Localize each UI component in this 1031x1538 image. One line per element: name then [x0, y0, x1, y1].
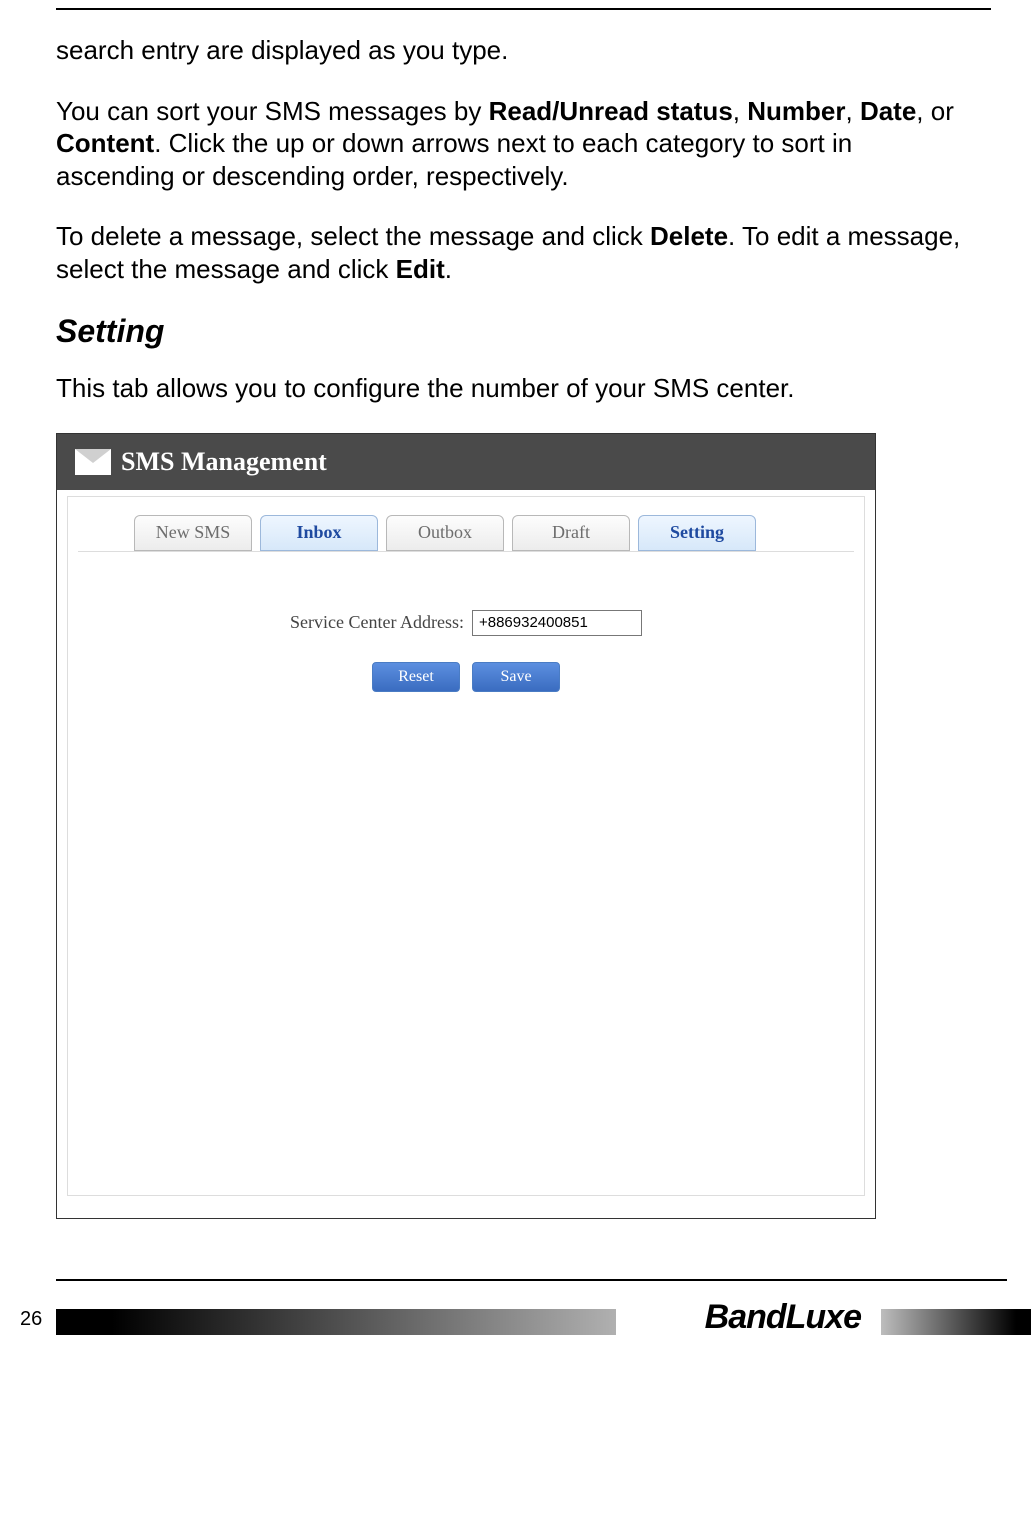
- text: ,: [845, 96, 859, 126]
- brand-logo: BandLuxe: [705, 1298, 861, 1337]
- tab-setting[interactable]: Setting: [638, 515, 756, 551]
- service-center-input[interactable]: [472, 610, 642, 636]
- paragraph-delete-edit: To delete a message, select the message …: [56, 220, 975, 285]
- bold-date: Date: [860, 96, 916, 126]
- bold-number: Number: [747, 96, 845, 126]
- text: .: [445, 254, 452, 284]
- paragraph-sort: You can sort your SMS messages by Read/U…: [56, 95, 975, 193]
- bold-delete: Delete: [650, 221, 728, 251]
- service-center-row: Service Center Address:: [78, 610, 854, 636]
- save-button[interactable]: Save: [472, 662, 560, 692]
- footer-gradient-right: [881, 1309, 1031, 1335]
- tabs: New SMS Inbox Outbox Draft Setting: [68, 497, 864, 551]
- footer-gradient-left: [56, 1309, 616, 1335]
- window-title: SMS Management: [121, 447, 327, 477]
- sms-management-screenshot: SMS Management New SMS Inbox Outbox Draf…: [56, 433, 876, 1219]
- button-row: Reset Save: [78, 662, 854, 692]
- main-panel: New SMS Inbox Outbox Draft Setting Servi…: [67, 496, 865, 1196]
- paragraph-setting-desc: This tab allows you to configure the num…: [56, 372, 975, 405]
- text: To delete a message, select the message …: [56, 221, 650, 251]
- text: . Click the up or down arrows next to ea…: [56, 128, 852, 191]
- text: , or: [916, 96, 954, 126]
- text: ,: [733, 96, 747, 126]
- tab-outbox[interactable]: Outbox: [386, 515, 504, 551]
- bold-read-unread: Read/Unread status: [489, 96, 733, 126]
- window-titlebar: SMS Management: [57, 434, 875, 490]
- paragraph-search: search entry are displayed as you type.: [56, 34, 975, 67]
- page-footer: 26 BandLuxe: [0, 1279, 1031, 1337]
- bold-edit: Edit: [396, 254, 445, 284]
- tab-draft[interactable]: Draft: [512, 515, 630, 551]
- service-center-label: Service Center Address:: [290, 612, 464, 633]
- text: You can sort your SMS messages by: [56, 96, 489, 126]
- page-number: 26: [20, 1308, 42, 1331]
- envelope-icon: [75, 449, 111, 475]
- tab-inbox[interactable]: Inbox: [260, 515, 378, 551]
- heading-setting: Setting: [56, 313, 975, 350]
- setting-panel-body: Service Center Address: Reset Save: [78, 551, 854, 692]
- reset-button[interactable]: Reset: [372, 662, 460, 692]
- bold-content: Content: [56, 128, 154, 158]
- tab-new-sms[interactable]: New SMS: [134, 515, 252, 551]
- footer-rule: [56, 1279, 1007, 1281]
